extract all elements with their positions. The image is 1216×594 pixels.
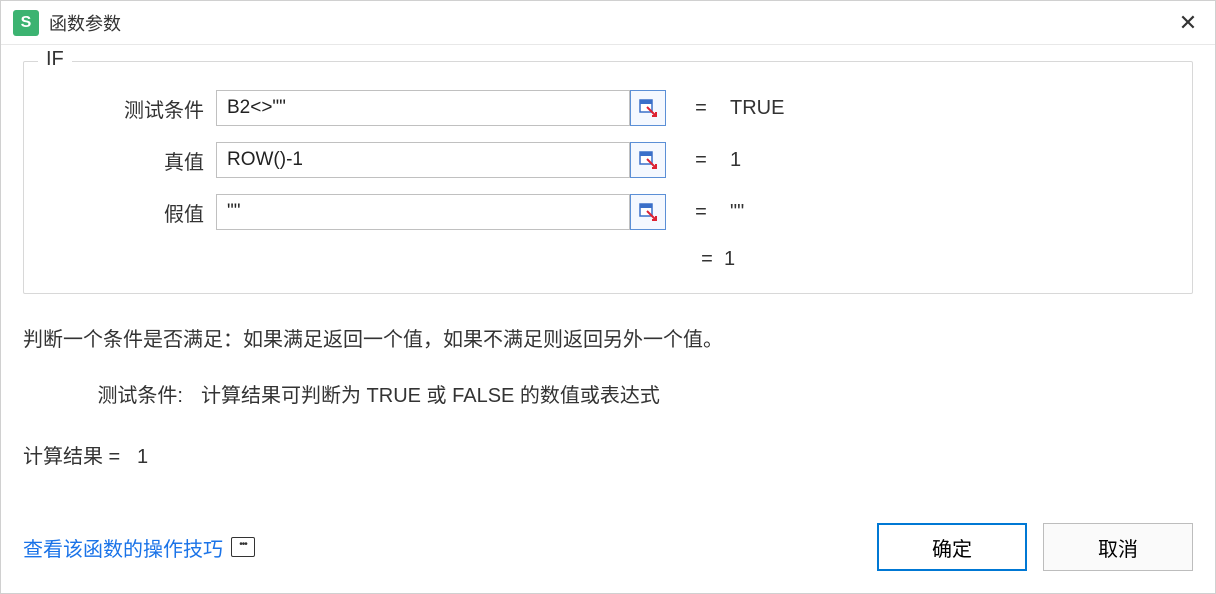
- range-selector-button[interactable]: [630, 142, 666, 178]
- description-text: 判断一个条件是否满足：如果满足返回一个值，如果不满足则返回另外一个值。: [23, 324, 1193, 356]
- dialog-footer: 查看该函数的操作技巧 ••• 确定 取消: [1, 505, 1215, 593]
- overall-result-row: = 1: [54, 248, 1162, 271]
- argument-help-label: 测试条件:: [23, 380, 201, 412]
- param-input-wrap: [216, 142, 666, 178]
- equals-sign: =: [692, 149, 710, 172]
- param-row: 假值 = "": [54, 194, 1162, 230]
- logical-test-result: TRUE: [730, 97, 784, 120]
- titlebar: S 函数参数 ✕: [1, 1, 1215, 45]
- false-value-result: "": [730, 201, 744, 224]
- param-label-logical-test: 测试条件: [54, 94, 204, 123]
- param-row: 测试条件 = TRUE: [54, 90, 1162, 126]
- close-icon[interactable]: ✕: [1173, 12, 1203, 34]
- cancel-button[interactable]: 取消: [1043, 523, 1193, 571]
- equals-sign: =: [698, 248, 716, 271]
- window-title: 函数参数: [49, 10, 1173, 36]
- help-link-text: 查看该函数的操作技巧: [23, 533, 223, 562]
- argument-help-row: 测试条件: 计算结果可判断为 TRUE 或 FALSE 的数值或表达式: [23, 380, 1193, 412]
- ok-button[interactable]: 确定: [877, 523, 1027, 571]
- function-fieldset: IF 测试条件 = TRUE 真值: [23, 61, 1193, 294]
- calc-result-value: 1: [137, 446, 148, 468]
- calc-result-label: 计算结果 =: [23, 446, 120, 468]
- argument-help-text: 计算结果可判断为 TRUE 或 FALSE 的数值或表达式: [201, 380, 660, 412]
- overall-result: 1: [724, 248, 735, 271]
- true-value-input[interactable]: [216, 142, 630, 178]
- true-value-result: 1: [730, 149, 741, 172]
- function-arguments-dialog: S 函数参数 ✕ IF 测试条件 = T: [0, 0, 1216, 594]
- video-icon: •••: [231, 537, 255, 557]
- function-description: 判断一个条件是否满足：如果满足返回一个值，如果不满足则返回另外一个值。 测试条件…: [23, 324, 1193, 412]
- param-row: 真值 = 1: [54, 142, 1162, 178]
- param-input-wrap: [216, 90, 666, 126]
- content-area: IF 测试条件 = TRUE 真值: [1, 45, 1215, 505]
- equals-sign: =: [692, 201, 710, 224]
- range-selector-icon: [638, 202, 658, 222]
- calc-result-row: 计算结果 = 1: [23, 440, 1193, 469]
- param-label-false-value: 假值: [54, 198, 204, 227]
- logical-test-input[interactable]: [216, 90, 630, 126]
- range-selector-icon: [638, 98, 658, 118]
- range-selector-icon: [638, 150, 658, 170]
- app-icon: S: [13, 10, 39, 36]
- param-input-wrap: [216, 194, 666, 230]
- equals-sign: =: [692, 97, 710, 120]
- function-name-legend: IF: [38, 48, 72, 71]
- range-selector-button[interactable]: [630, 194, 666, 230]
- range-selector-button[interactable]: [630, 90, 666, 126]
- false-value-input[interactable]: [216, 194, 630, 230]
- help-link[interactable]: 查看该函数的操作技巧 •••: [23, 533, 255, 562]
- param-label-true-value: 真值: [54, 146, 204, 175]
